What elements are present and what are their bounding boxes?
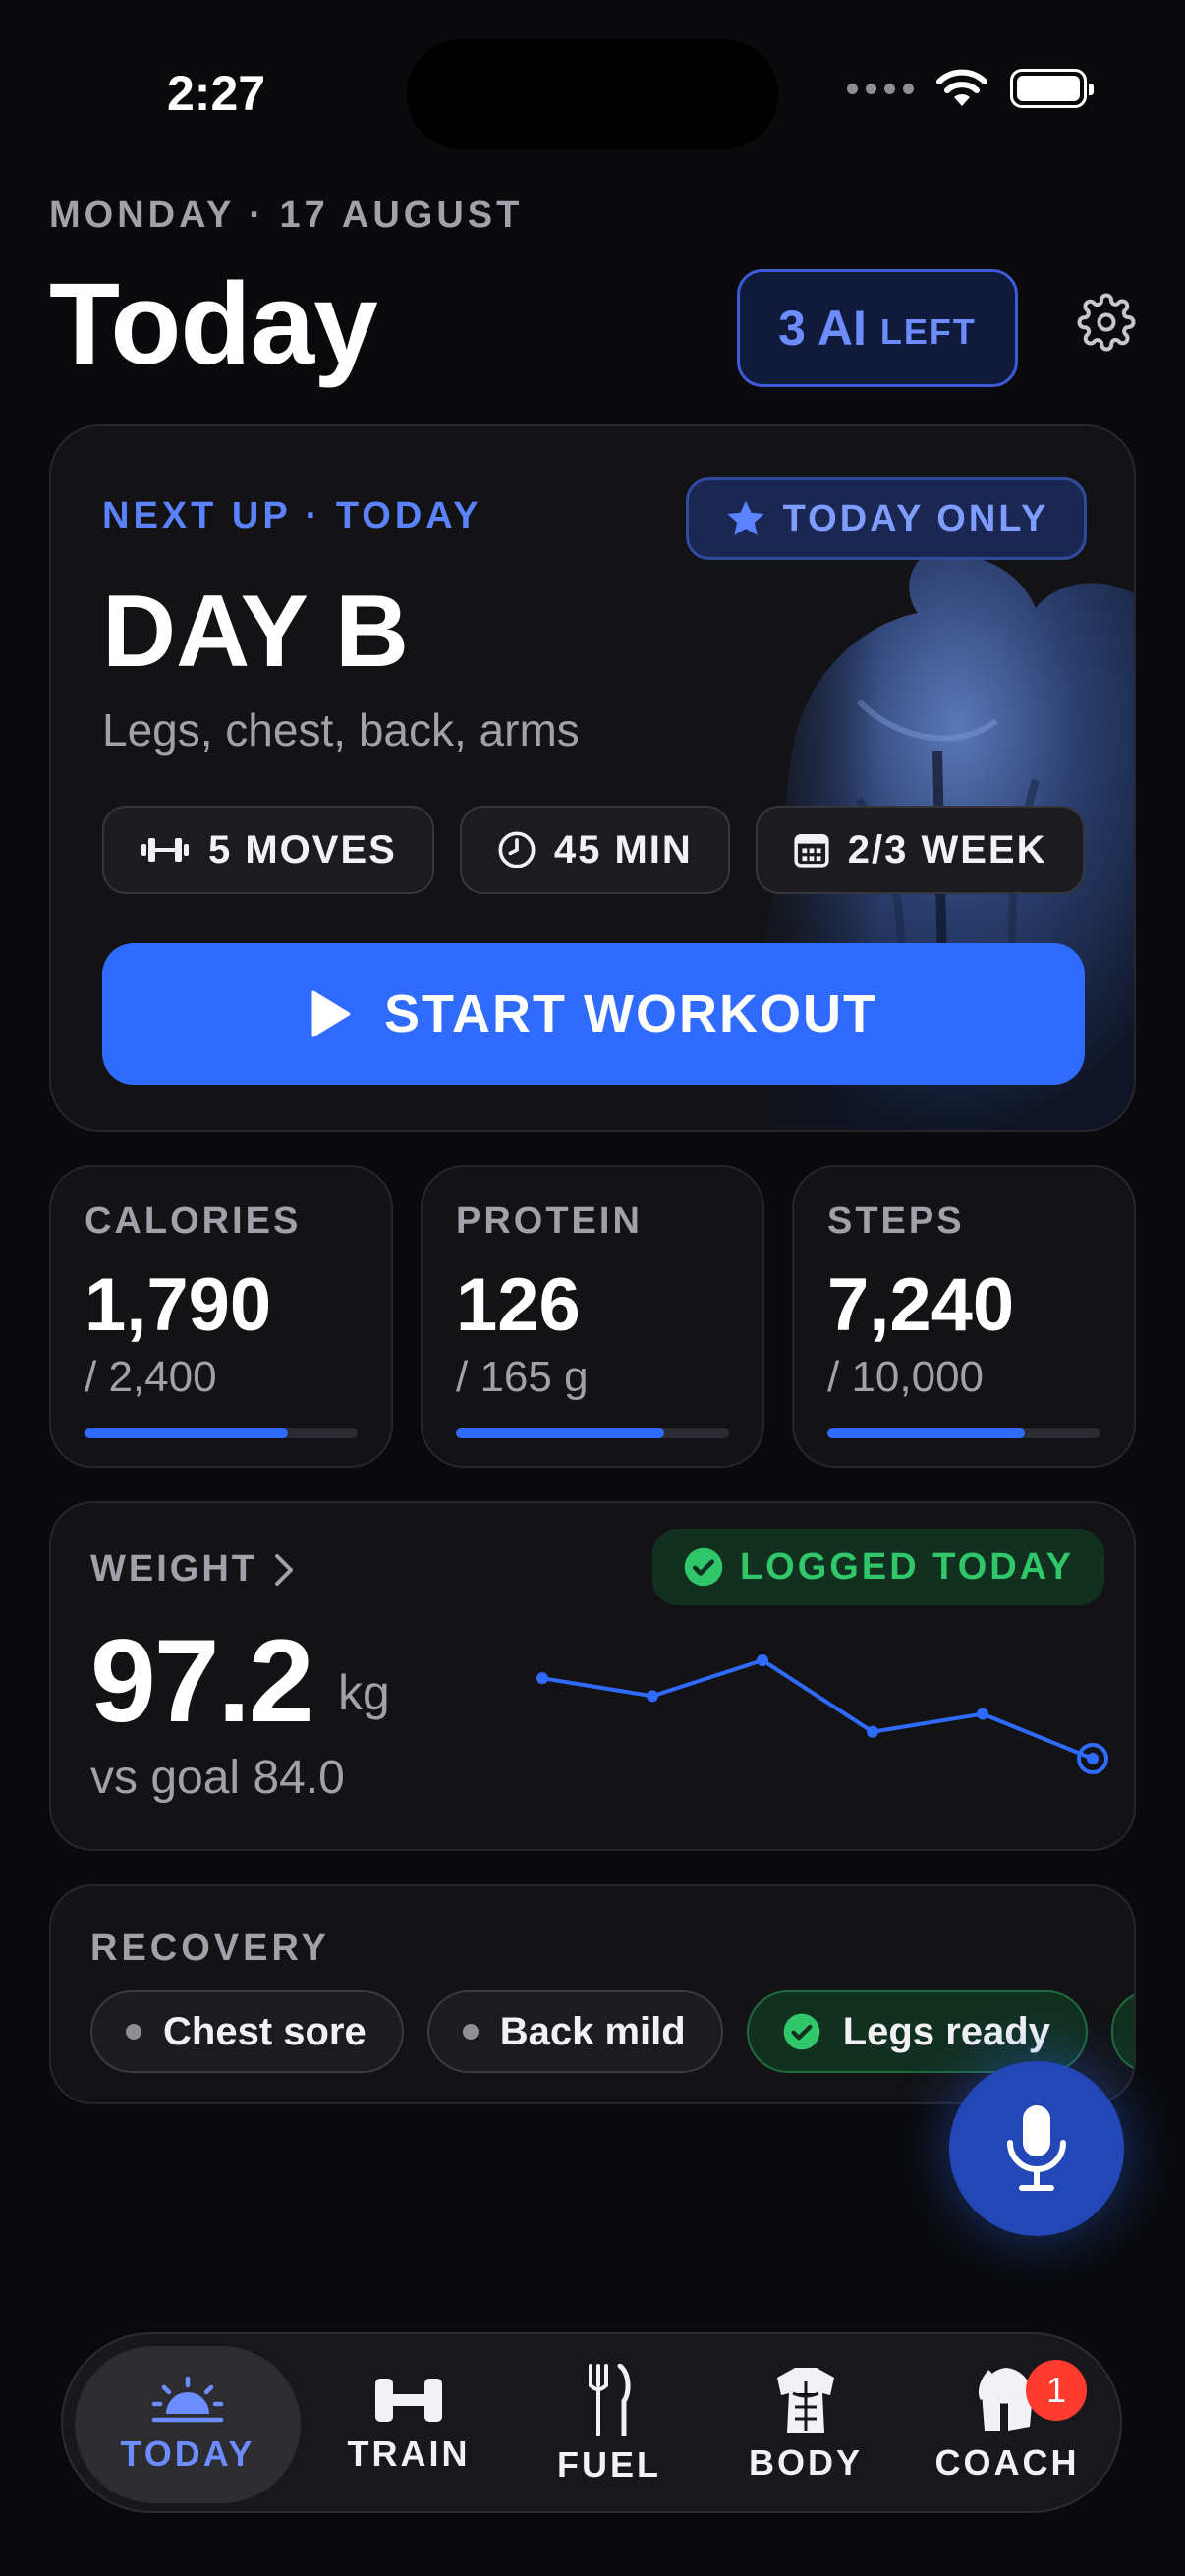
moves-label: 5 MOVES	[208, 827, 397, 871]
next-workout-card[interactable]: NEXT UP · TODAY TODAY ONLY DAY B Legs, c…	[49, 424, 1136, 1132]
tab-body-label: BODY	[748, 2442, 863, 2483]
sparkline-point	[757, 1654, 768, 1666]
week-progress-chip: 2/3 WEEK	[755, 806, 1085, 894]
recovery-chip-label: Legs ready	[842, 2009, 1050, 2053]
workout-meta-chips: 5 MOVES 45 MIN 2/3 WEEK	[102, 806, 1085, 894]
logged-today-badge: LOGGED TODAY	[652, 1529, 1104, 1605]
calories-value: 1,790	[85, 1263, 272, 1347]
protein-label: PROTEIN	[456, 1201, 643, 1242]
ai-credits-button[interactable]: 3 AI LEFT	[737, 269, 1018, 387]
weight-value: 97.2	[90, 1615, 314, 1747]
start-workout-label: START WORKOUT	[384, 984, 877, 1043]
protein-card[interactable]: PROTEIN 126 / 165 g	[421, 1165, 764, 1468]
protein-value: 126	[456, 1263, 581, 1347]
notification-badge: 1	[1026, 2360, 1087, 2421]
sunrise-icon	[151, 2376, 224, 2423]
voice-input-button[interactable]	[949, 2061, 1124, 2236]
sparkline-point	[867, 1725, 878, 1738]
tab-today-label: TODAY	[120, 2434, 255, 2474]
recovery-card: RECOVERY Chest sore Back mild Legs ready	[49, 1884, 1136, 2104]
star-icon	[726, 500, 764, 535]
tab-train-label: TRAIN	[347, 2434, 471, 2474]
moves-chip: 5 MOVES	[102, 806, 434, 894]
calories-progress-bar	[85, 1428, 358, 1438]
sparkline-point	[647, 1690, 658, 1703]
calories-goal: / 2,400	[85, 1353, 217, 1401]
dynamic-island	[407, 39, 778, 149]
recovery-label: RECOVERY	[90, 1928, 330, 1969]
tab-body[interactable]: BODY	[717, 2346, 894, 2503]
workout-subtitle: Legs, chest, back, arms	[102, 704, 580, 756]
week-progress-label: 2/3 WEEK	[847, 827, 1047, 871]
date-label: MONDAY · 17 AUGUST	[49, 195, 524, 236]
check-circle-icon	[684, 1547, 723, 1587]
status-icons	[847, 69, 1094, 108]
tab-fuel[interactable]: FUEL	[521, 2346, 698, 2503]
steps-label: STEPS	[827, 1201, 965, 1242]
tab-coach[interactable]: COACH 1	[914, 2346, 1100, 2503]
recovery-chip-back[interactable]: Back mild	[426, 1990, 723, 2073]
workout-title: DAY B	[102, 575, 410, 689]
wifi-icon	[936, 69, 988, 106]
chevron-right-icon	[274, 1553, 293, 1586]
page-title: Today	[49, 259, 378, 389]
steps-goal: / 10,000	[827, 1353, 985, 1401]
cellular-signal-icon	[847, 83, 914, 94]
dumbbell-icon	[141, 838, 189, 862]
weight-unit: kg	[338, 1665, 390, 1720]
weight-header[interactable]: WEIGHT	[90, 1548, 295, 1591]
weight-label: WEIGHT	[90, 1548, 257, 1590]
tab-coach-label: COACH	[934, 2442, 1080, 2483]
duration-label: 45 MIN	[553, 827, 693, 871]
duration-chip: 45 MIN	[459, 806, 730, 894]
sparkline-point	[977, 1708, 988, 1720]
ai-credits-suffix: LEFT	[879, 311, 977, 352]
sparkline-point	[536, 1672, 548, 1685]
today-only-label: TODAY ONLY	[782, 497, 1049, 539]
calendar-icon	[794, 834, 829, 868]
sparkline-point	[1087, 1753, 1099, 1764]
logged-today-label: LOGGED TODAY	[739, 1545, 1075, 1588]
status-dot-icon	[462, 2024, 479, 2040]
weight-goal: vs goal 84.0	[90, 1752, 345, 1804]
start-workout-button[interactable]: START WORKOUT	[102, 943, 1085, 1085]
tab-train[interactable]: TRAIN	[320, 2346, 497, 2503]
sparkline-path	[541, 1657, 1094, 1761]
torso-icon	[777, 2368, 834, 2433]
steps-card[interactable]: STEPS 7,240 / 10,000	[792, 1165, 1136, 1468]
tab-fuel-label: FUEL	[557, 2444, 661, 2485]
check-circle-icon	[783, 2013, 820, 2050]
clock-icon	[498, 831, 536, 868]
tab-bar: TODAY TRAIN FUEL BODY COACH 1	[61, 2332, 1122, 2513]
steps-value: 7,240	[827, 1263, 1015, 1347]
recovery-chip-label: Back mild	[499, 2009, 686, 2053]
protein-progress-bar	[456, 1428, 729, 1438]
dumbbell-icon	[375, 2379, 442, 2422]
microphone-icon	[1007, 2105, 1066, 2191]
today-only-badge: TODAY ONLY	[686, 477, 1087, 560]
battery-icon	[1010, 69, 1094, 108]
protein-goal: / 165 g	[456, 1353, 589, 1401]
next-up-label: NEXT UP · TODAY	[102, 495, 482, 536]
tab-today[interactable]: TODAY	[75, 2346, 301, 2503]
play-icon	[311, 990, 351, 1037]
calories-card[interactable]: CALORIES 1,790 / 2,400	[49, 1165, 393, 1468]
ai-credits-count: 3 AI	[778, 301, 867, 356]
recovery-chip-label: Chest sore	[163, 2009, 367, 2053]
recovery-chip-chest[interactable]: Chest sore	[90, 1990, 404, 2073]
weight-trend-sparkline	[536, 1654, 1108, 1774]
recovery-chip-more[interactable]	[1110, 1990, 1134, 2073]
calories-label: CALORIES	[85, 1201, 302, 1242]
weight-card[interactable]: WEIGHT LOGGED TODAY 97.2 kg vs goal 84.0	[49, 1501, 1136, 1851]
recovery-chips: Chest sore Back mild Legs ready	[90, 1990, 1134, 2073]
steps-progress-bar	[827, 1428, 1100, 1438]
gear-icon[interactable]	[1077, 293, 1136, 352]
status-dot-icon	[126, 2024, 141, 2040]
fork-knife-icon	[589, 2364, 631, 2436]
status-time: 2:27	[167, 66, 266, 121]
